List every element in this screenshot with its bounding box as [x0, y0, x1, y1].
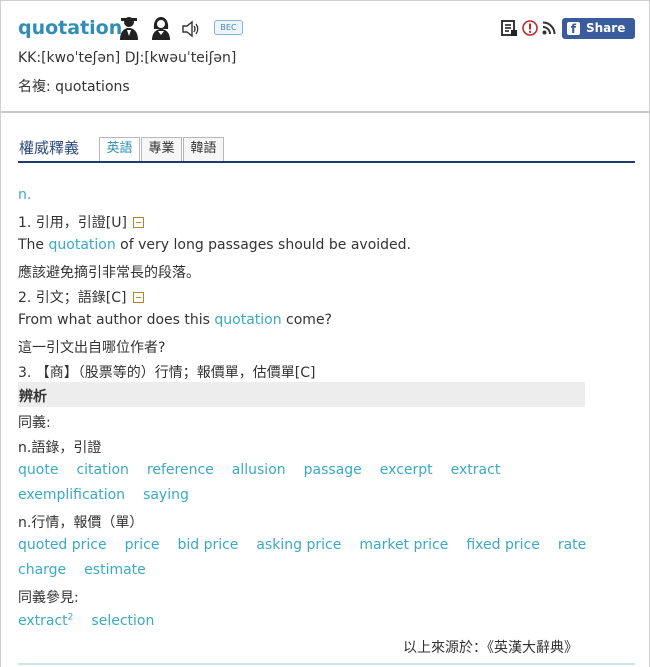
- plural-form: 名複: quotations: [18, 79, 130, 95]
- example-2-post: come?: [281, 312, 332, 328]
- see-also-label: 同義參見:: [18, 590, 79, 606]
- see-also-sup: 2: [67, 612, 74, 622]
- example-2: From what author does this quotation com…: [18, 312, 332, 328]
- sense-3: 3. 【商】（股票等的）行情；報價單，估價單[C]: [18, 365, 316, 381]
- synonym-link[interactable]: bid price: [177, 537, 238, 553]
- sense-2: 2. 引文；語錄[C]: [18, 287, 144, 307]
- source-note: 以上來源於：《英漢大辭典》: [403, 640, 578, 656]
- tab-english[interactable]: 英語: [99, 137, 140, 161]
- group-1-label: n.語錄，引證: [18, 440, 102, 456]
- rss-icon[interactable]: [542, 21, 556, 35]
- report-icon[interactable]: [522, 20, 538, 36]
- bec-badge[interactable]: BEC: [214, 20, 243, 35]
- synonym-link[interactable]: rate: [558, 537, 586, 553]
- synonym-link[interactable]: reference: [147, 462, 214, 478]
- tab-korean[interactable]: 韓語: [183, 137, 224, 161]
- synonym-row: quote citation reference allusion passage exc…: [18, 462, 518, 478]
- synonym-link[interactable]: passage: [304, 462, 362, 478]
- synonym-link[interactable]: quoted price: [18, 537, 107, 553]
- synonym-link[interactable]: quote: [18, 462, 58, 478]
- dictionary-panel: quotation BEC f Share 0 KK:[kwoˈteʃən] D…: [0, 0, 650, 667]
- speaker-male-icon[interactable]: [117, 15, 141, 41]
- synonym-row: charge estimate: [18, 562, 164, 578]
- facebook-icon: f: [567, 22, 580, 36]
- synonym-link[interactable]: citation: [76, 462, 128, 478]
- example-1-translation: 應該避免摘引非常長的段落。: [18, 265, 200, 281]
- section-title: 權威釋義: [19, 139, 80, 157]
- sense-1: 1. 引用，引證[U]: [18, 212, 144, 232]
- synonym-link[interactable]: price: [125, 537, 160, 553]
- sense-2-text: 2. 引文；語錄[C]: [18, 290, 127, 306]
- synonym-link[interactable]: fixed price: [466, 537, 539, 553]
- phonetic: KK:[kwoˈteʃən] DJ:[kwəuˈteiʃən]: [18, 50, 237, 66]
- speaker-female-icon[interactable]: [149, 15, 173, 41]
- example-1-link[interactable]: quotation: [49, 237, 116, 253]
- synonym-link[interactable]: excerpt: [380, 462, 433, 478]
- example-1: The quotation of very long passages shou…: [18, 237, 411, 253]
- sense-1-text: 1. 引用，引證[U]: [18, 215, 127, 231]
- synonym-row: quoted price price bid price asking price ma…: [18, 537, 604, 553]
- example-2-link[interactable]: quotation: [214, 312, 281, 328]
- synonym-link[interactable]: allusion: [232, 462, 286, 478]
- add-to-list-icon[interactable]: [500, 19, 518, 37]
- word-header: quotation BEC f Share 0 KK:[kwoˈteʃən] D…: [1, 1, 649, 113]
- synonym-row: exemplification saying: [18, 487, 207, 503]
- synonym-link[interactable]: market price: [359, 537, 448, 553]
- collapse-icon[interactable]: [132, 292, 144, 303]
- headword: quotation: [18, 17, 123, 39]
- example-1-post: of very long passages should be avoided.: [115, 237, 411, 253]
- analysis-title: 辨析: [19, 389, 47, 405]
- facebook-share-button[interactable]: f Share 0: [562, 18, 635, 56]
- synonym-link[interactable]: estimate: [84, 562, 146, 578]
- group-2-label: n.行情，報價（單）: [18, 515, 144, 531]
- synonym-link[interactable]: asking price: [256, 537, 341, 553]
- part-of-speech: n.: [18, 187, 32, 203]
- collapse-icon[interactable]: [132, 217, 144, 228]
- example-1-pre: The: [18, 237, 49, 253]
- synonyms-label: 同義:: [18, 415, 51, 431]
- audio-icon[interactable]: [181, 19, 201, 39]
- example-2-pre: From what author does this: [18, 312, 215, 328]
- example-2-translation: 這一引文出自哪位作者?: [18, 340, 166, 356]
- synonym-link[interactable]: saying: [143, 487, 189, 503]
- section-divider: [18, 161, 635, 163]
- see-also-link[interactable]: selection: [91, 613, 154, 629]
- see-also-link[interactable]: extract2: [18, 612, 74, 629]
- bottom-divider: [18, 663, 635, 665]
- synonym-link[interactable]: charge: [18, 562, 66, 578]
- analysis-header: 辨析: [18, 382, 585, 407]
- see-also-row: extract2 selection: [18, 612, 172, 629]
- synonym-link[interactable]: extract: [451, 462, 501, 478]
- see-also-word: extract: [18, 612, 68, 629]
- synonym-link[interactable]: exemplification: [18, 487, 125, 503]
- share-label: Share 0: [586, 21, 626, 56]
- tab-professional[interactable]: 專業: [141, 137, 182, 161]
